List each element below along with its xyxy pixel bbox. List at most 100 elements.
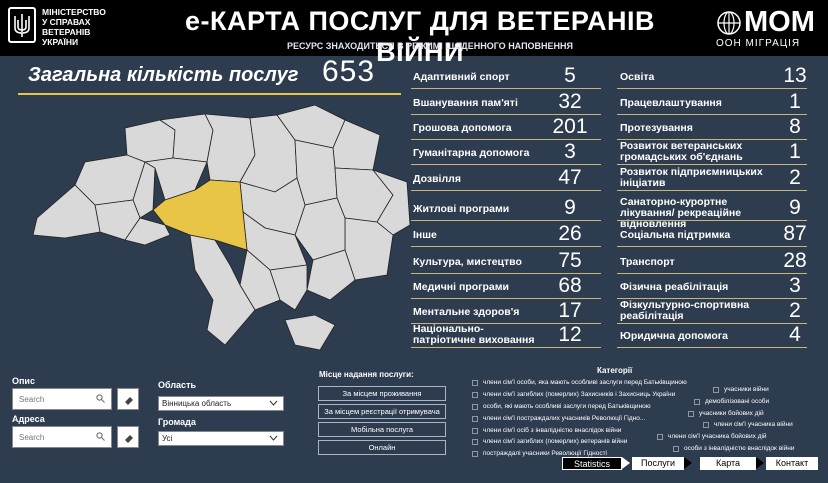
stat-label: Культура, мистецтво [413, 256, 522, 268]
checkbox-icon [688, 410, 694, 417]
map-region-kherson[interactable] [269, 264, 308, 311]
stat-divider [411, 190, 601, 191]
category-checkbox[interactable]: члени сім'ї особи, яка мають особливі за… [472, 379, 687, 386]
stat-value: 9 [789, 196, 801, 219]
ministry-line: УКРАЇНИ [42, 37, 79, 47]
stat-value: 26 [558, 222, 582, 245]
stat-value: 5 [564, 64, 576, 87]
category-label: особи з інвалідністю внаслідок війни [684, 445, 795, 452]
stat-label: Ментальне здоров'я [413, 306, 520, 318]
trident-icon [8, 7, 36, 43]
page-title: е-КАРТА ПОСЛУГ ДЛЯ ВЕТЕРАНІВ ВІЙНИ [185, 6, 655, 67]
stat-divider [617, 164, 807, 165]
category-checkbox[interactable]: особи з інвалідністю внаслідок війни [673, 445, 794, 452]
hromada-label: Громада [158, 417, 196, 427]
nav-map[interactable]: Карта [700, 457, 756, 470]
stat-label: Протезування [620, 122, 693, 134]
stat-label: Освіта [620, 71, 655, 83]
eraser-icon [125, 435, 133, 443]
ministry-line: ВЕТЕРАНІВ [42, 27, 91, 37]
category-checkbox[interactable]: члени сім'ї загиблих (померлих) ветерані… [472, 438, 627, 445]
nav-contact[interactable]: Контакт [766, 457, 818, 470]
category-checkbox[interactable]: особи, які мають особливі заслуги перед … [472, 403, 651, 410]
stat-divider [617, 347, 807, 348]
checkbox-icon [472, 427, 478, 434]
place-button-online[interactable]: Онлайн [318, 440, 446, 455]
category-checkbox[interactable]: учасники війни [713, 386, 769, 393]
nav-statistics[interactable]: Statistics [562, 457, 622, 470]
checkbox-icon [472, 403, 478, 410]
category-checkbox[interactable]: члени сім'ї учасника війни [703, 421, 793, 428]
checkbox-icon [472, 438, 478, 445]
stat-label: Юридична допомога [620, 330, 728, 342]
place-button-mobile[interactable]: Мобільна послуга [318, 422, 446, 437]
place-button-registration[interactable]: За місцем реєстрації отримувача [318, 404, 446, 419]
stat-divider [411, 347, 601, 348]
stat-label: Соціальна підтримка [620, 229, 731, 241]
stat-value: 2 [789, 166, 801, 189]
stat-divider [617, 246, 807, 247]
chevron-down-icon [269, 435, 278, 441]
iom-logo: МОМ ООН МІГРАЦІЯ [716, 8, 822, 50]
ukraine-map[interactable] [15, 100, 415, 360]
page-subtitle: РЕСУРС ЗНАХОДИТЬСЯ В РЕЖИМІ ЩОДЕННОГО НА… [286, 41, 574, 51]
nav-arrow-icon [622, 457, 630, 469]
category-label: члени сім'ї учасника бойових дій [668, 433, 767, 440]
stat-label: Грошова допомога [413, 122, 512, 134]
stat-divider [411, 246, 601, 247]
category-label: члени сім'ї загиблих (померлих) Захисник… [483, 391, 676, 398]
stat-label: Вшанування пам'яті [413, 97, 518, 109]
adresa-label: Адреса [12, 414, 45, 424]
ministry-line: У СПРАВАХ [42, 17, 91, 27]
stat-value: 32 [558, 90, 582, 113]
stat-divider [617, 220, 807, 221]
category-checkbox[interactable]: постраждалі учасники Революції Гідності [472, 450, 607, 457]
ministry-name: МІНІСТЕРСТВО У СПРАВАХ ВЕТЕРАНІВ УКРАЇНИ [42, 7, 137, 47]
category-checkbox[interactable]: члени сім'ї учасника бойових дій [657, 433, 767, 440]
stat-label: Житлові програми [413, 203, 510, 215]
stat-value: 13 [783, 64, 807, 87]
checkbox-icon [472, 450, 478, 457]
stat-value: 8 [789, 115, 801, 138]
opys-clear-button[interactable] [117, 388, 139, 410]
opys-label: Опис [12, 376, 35, 386]
stat-label: Фізкультурно-спортивна реабілітація [620, 299, 750, 322]
stat-label: Національно-патріотичне виховання [413, 323, 535, 346]
categories-title: Категорії [597, 366, 633, 375]
place-button-residence[interactable]: За місцем проживання [318, 386, 446, 401]
category-checkbox[interactable]: члени сім'ї загиблих (померлих) Захисник… [472, 391, 675, 398]
nav-arrow-icon [684, 457, 692, 469]
stat-label: Інше [413, 229, 437, 241]
total-underline [18, 93, 401, 95]
checkbox-icon [694, 398, 700, 405]
total-label: Загальна кількість послуг [28, 64, 299, 86]
category-label: демобілізовані особи [705, 398, 770, 405]
category-label: учасники бойових дій [699, 410, 764, 417]
place-label: Місце надання послуги: [319, 370, 414, 379]
checkbox-icon [713, 386, 719, 393]
iom-subtitle: ООН МІГРАЦІЯ [716, 38, 801, 49]
globe-icon [717, 10, 741, 35]
map-region-crimea[interactable] [284, 314, 336, 351]
stat-label: Розвиток ветеранських громадських об'єдн… [620, 140, 743, 163]
opys-search-input[interactable]: Search [12, 388, 112, 410]
stat-value: 3 [789, 274, 801, 297]
category-checkbox[interactable]: члени сім'ї постраждалих учасників Револ… [472, 415, 645, 422]
ministry-line: МІНІСТЕРСТВО [42, 7, 106, 17]
stat-label: Адаптивний спорт [413, 71, 510, 83]
stat-value: 75 [558, 249, 582, 272]
category-checkbox[interactable]: демобілізовані особи [694, 398, 769, 405]
checkbox-icon [703, 421, 709, 428]
hromada-select[interactable]: Усі [158, 431, 284, 446]
nav-services[interactable]: Послуги [632, 457, 684, 470]
adresa-clear-button[interactable] [117, 426, 139, 448]
stat-value: 1 [789, 140, 801, 163]
category-checkbox[interactable]: члени сім'ї осіб з інвалідністю внаслідо… [472, 427, 621, 434]
map-region-volyn[interactable] [124, 119, 176, 163]
category-label: члени сім'ї загиблих (померлих) ветерані… [483, 438, 628, 445]
oblast-select[interactable]: Вінницька область [158, 396, 284, 411]
oblast-label: Область [158, 380, 197, 390]
category-checkbox[interactable]: учасники бойових дій [688, 410, 764, 417]
adresa-search-input[interactable]: Search [12, 426, 112, 448]
checkbox-icon [472, 391, 478, 398]
